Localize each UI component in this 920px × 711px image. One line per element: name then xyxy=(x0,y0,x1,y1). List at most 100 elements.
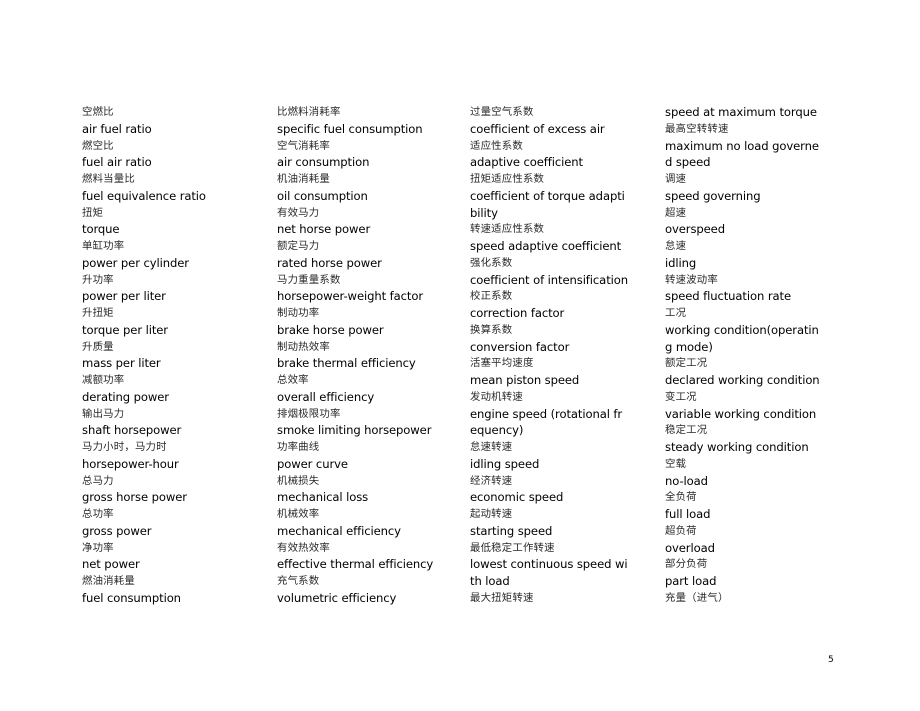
glossary-column-4: speed at maximum torque 最高空转转速 maximum no … xyxy=(665,104,865,607)
glossary-term-en: speed at maximum torque xyxy=(665,105,817,119)
glossary-term-en: volumetric efficiency xyxy=(277,590,397,605)
glossary-term-en: coefficient of intensification xyxy=(470,272,628,287)
glossary-column-3: 过量空气系数 coefficient of excess air 适应性系数 adap… xyxy=(470,104,665,607)
glossary-term-zh: 马力重量系数 xyxy=(277,273,341,286)
glossary-term-en: air consumption xyxy=(277,155,370,170)
glossary-term-en: th load xyxy=(470,574,510,588)
glossary-term-en: lowest continuous speed wi xyxy=(470,557,628,572)
glossary-term-zh: 输出马力 xyxy=(82,407,125,420)
glossary-term-en: maximum no load governe xyxy=(665,138,819,153)
glossary-term-zh: 转速波动率 xyxy=(665,273,718,286)
glossary-columns: 空燃比 air fuel ratio 燃空比 fuel air ratio 燃料当量比 f… xyxy=(82,104,872,607)
glossary-term-zh: 最高空转转速 xyxy=(665,122,729,135)
glossary-term-zh: 稳定工况 xyxy=(665,424,708,437)
glossary-term-zh: 减额功率 xyxy=(82,374,125,386)
glossary-term-zh: 变工况 xyxy=(665,390,697,403)
glossary-term-zh: 功率曲线 xyxy=(277,441,320,453)
glossary-term-en: conversion factor xyxy=(470,339,570,354)
glossary-term-en: gross horse power xyxy=(82,490,187,505)
glossary-term-zh: 强化系数 xyxy=(470,256,513,269)
glossary-term-en: mass per liter xyxy=(82,356,161,371)
glossary-term-en: air fuel ratio xyxy=(82,121,152,136)
glossary-term-zh: 充量（进气） xyxy=(665,591,729,604)
glossary-term-zh: 额定工况 xyxy=(665,357,708,370)
glossary-term-en: rated horse power xyxy=(277,255,382,270)
glossary-term-en: overall efficiency xyxy=(277,389,375,404)
glossary-term-zh: 校正系数 xyxy=(470,290,513,303)
glossary-term-en: correction factor xyxy=(470,306,565,320)
glossary-term-en: fuel air ratio xyxy=(82,155,152,170)
glossary-term-zh: 比燃料消耗率 xyxy=(277,106,341,118)
glossary-term-en: oil consumption xyxy=(277,188,368,203)
glossary-term-en: working condition(operatin xyxy=(665,322,819,337)
glossary-term-en: specific fuel consumption xyxy=(277,121,423,136)
glossary-term-en: full load xyxy=(665,507,711,521)
glossary-term-en: adaptive coefficient xyxy=(470,155,583,170)
glossary-term-en: part load xyxy=(665,574,717,588)
glossary-term-zh: 适应性系数 xyxy=(470,139,523,152)
glossary-term-zh: 制动热效率 xyxy=(277,340,330,353)
glossary-term-en: torque per liter xyxy=(82,322,168,337)
glossary-term-en: brake horse power xyxy=(277,322,384,337)
glossary-term-zh: 全负荷 xyxy=(665,491,697,504)
glossary-term-en: equency) xyxy=(470,423,524,438)
glossary-term-en: economic speed xyxy=(470,490,564,505)
glossary-term-en: bility xyxy=(470,205,498,220)
glossary-term-zh: 燃空比 xyxy=(82,139,114,152)
glossary-term-zh: 总马力 xyxy=(82,474,114,487)
glossary-term-en: overload xyxy=(665,540,715,555)
glossary-term-zh: 转速适应性系数 xyxy=(470,223,545,236)
glossary-term-en: idling speed xyxy=(470,456,540,471)
glossary-term-zh: 超负荷 xyxy=(665,524,697,537)
glossary-term-en: shaft horsepower xyxy=(82,423,182,438)
glossary-term-en: variable working condition xyxy=(665,406,817,421)
glossary-column-2: 比燃料消耗率 specific fuel consumption 空气消耗率 air … xyxy=(277,104,470,607)
document-page: 空燃比 air fuel ratio 燃空比 fuel air ratio 燃料当量比 f… xyxy=(0,0,920,711)
glossary-term-zh: 总效率 xyxy=(277,374,309,386)
glossary-term-en: horsepower-weight factor xyxy=(277,289,423,304)
glossary-term-zh: 制动功率 xyxy=(277,307,320,319)
glossary-term-zh: 排烟极限功率 xyxy=(277,407,341,420)
glossary-term-zh: 有效热效率 xyxy=(277,541,330,554)
glossary-term-zh: 空载 xyxy=(665,457,687,470)
glossary-term-en: g mode) xyxy=(665,339,713,354)
glossary-term-zh: 怠速 xyxy=(665,240,687,252)
glossary-term-en: derating power xyxy=(82,389,169,404)
glossary-term-zh: 单缸功率 xyxy=(82,240,125,252)
glossary-term-zh: 经济转速 xyxy=(470,474,513,487)
glossary-term-zh: 怠速转速 xyxy=(470,441,513,453)
glossary-term-zh: 马力小时，马力时 xyxy=(82,441,167,453)
glossary-term-zh: 部分负荷 xyxy=(665,558,708,571)
glossary-term-en: starting speed xyxy=(470,523,553,538)
glossary-term-en: torque xyxy=(82,222,120,237)
glossary-term-zh: 升扭矩 xyxy=(82,307,114,319)
glossary-term-en: horsepower-hour xyxy=(82,456,179,471)
glossary-term-en: smoke limiting horsepower xyxy=(277,423,432,438)
glossary-term-en: power per cylinder xyxy=(82,255,189,270)
glossary-term-zh: 最大扭矩转速 xyxy=(470,591,534,604)
glossary-term-zh: 升功率 xyxy=(82,273,114,286)
glossary-term-en: mean piston speed xyxy=(470,373,580,387)
glossary-term-en: overspeed xyxy=(665,222,725,237)
glossary-term-zh: 燃料当量比 xyxy=(82,173,135,185)
glossary-term-zh: 充气系数 xyxy=(277,575,320,587)
glossary-term-zh: 机械效率 xyxy=(277,508,320,520)
glossary-term-zh: 机油消耗量 xyxy=(277,173,330,185)
glossary-term-zh: 空燃比 xyxy=(82,106,114,118)
glossary-term-zh: 过量空气系数 xyxy=(470,106,534,118)
glossary-term-zh: 燃油消耗量 xyxy=(82,575,135,587)
glossary-term-zh: 起动转速 xyxy=(470,508,513,520)
glossary-term-zh: 升质量 xyxy=(82,340,114,353)
glossary-term-zh: 扭矩 xyxy=(82,206,104,219)
glossary-term-en: no-load xyxy=(665,473,708,488)
glossary-term-en: effective thermal efficiency xyxy=(277,557,434,572)
glossary-term-en: mechanical loss xyxy=(277,490,369,505)
glossary-term-zh: 总功率 xyxy=(82,508,114,520)
glossary-term-zh: 扭矩适应性系数 xyxy=(470,173,545,185)
glossary-term-en: declared working condition xyxy=(665,373,820,387)
glossary-term-en: fuel equivalence ratio xyxy=(82,188,206,203)
glossary-term-en: speed governing xyxy=(665,188,761,203)
glossary-term-en: net horse power xyxy=(277,222,371,237)
glossary-term-zh: 活塞平均速度 xyxy=(470,357,534,370)
glossary-term-en: brake thermal efficiency xyxy=(277,356,416,371)
